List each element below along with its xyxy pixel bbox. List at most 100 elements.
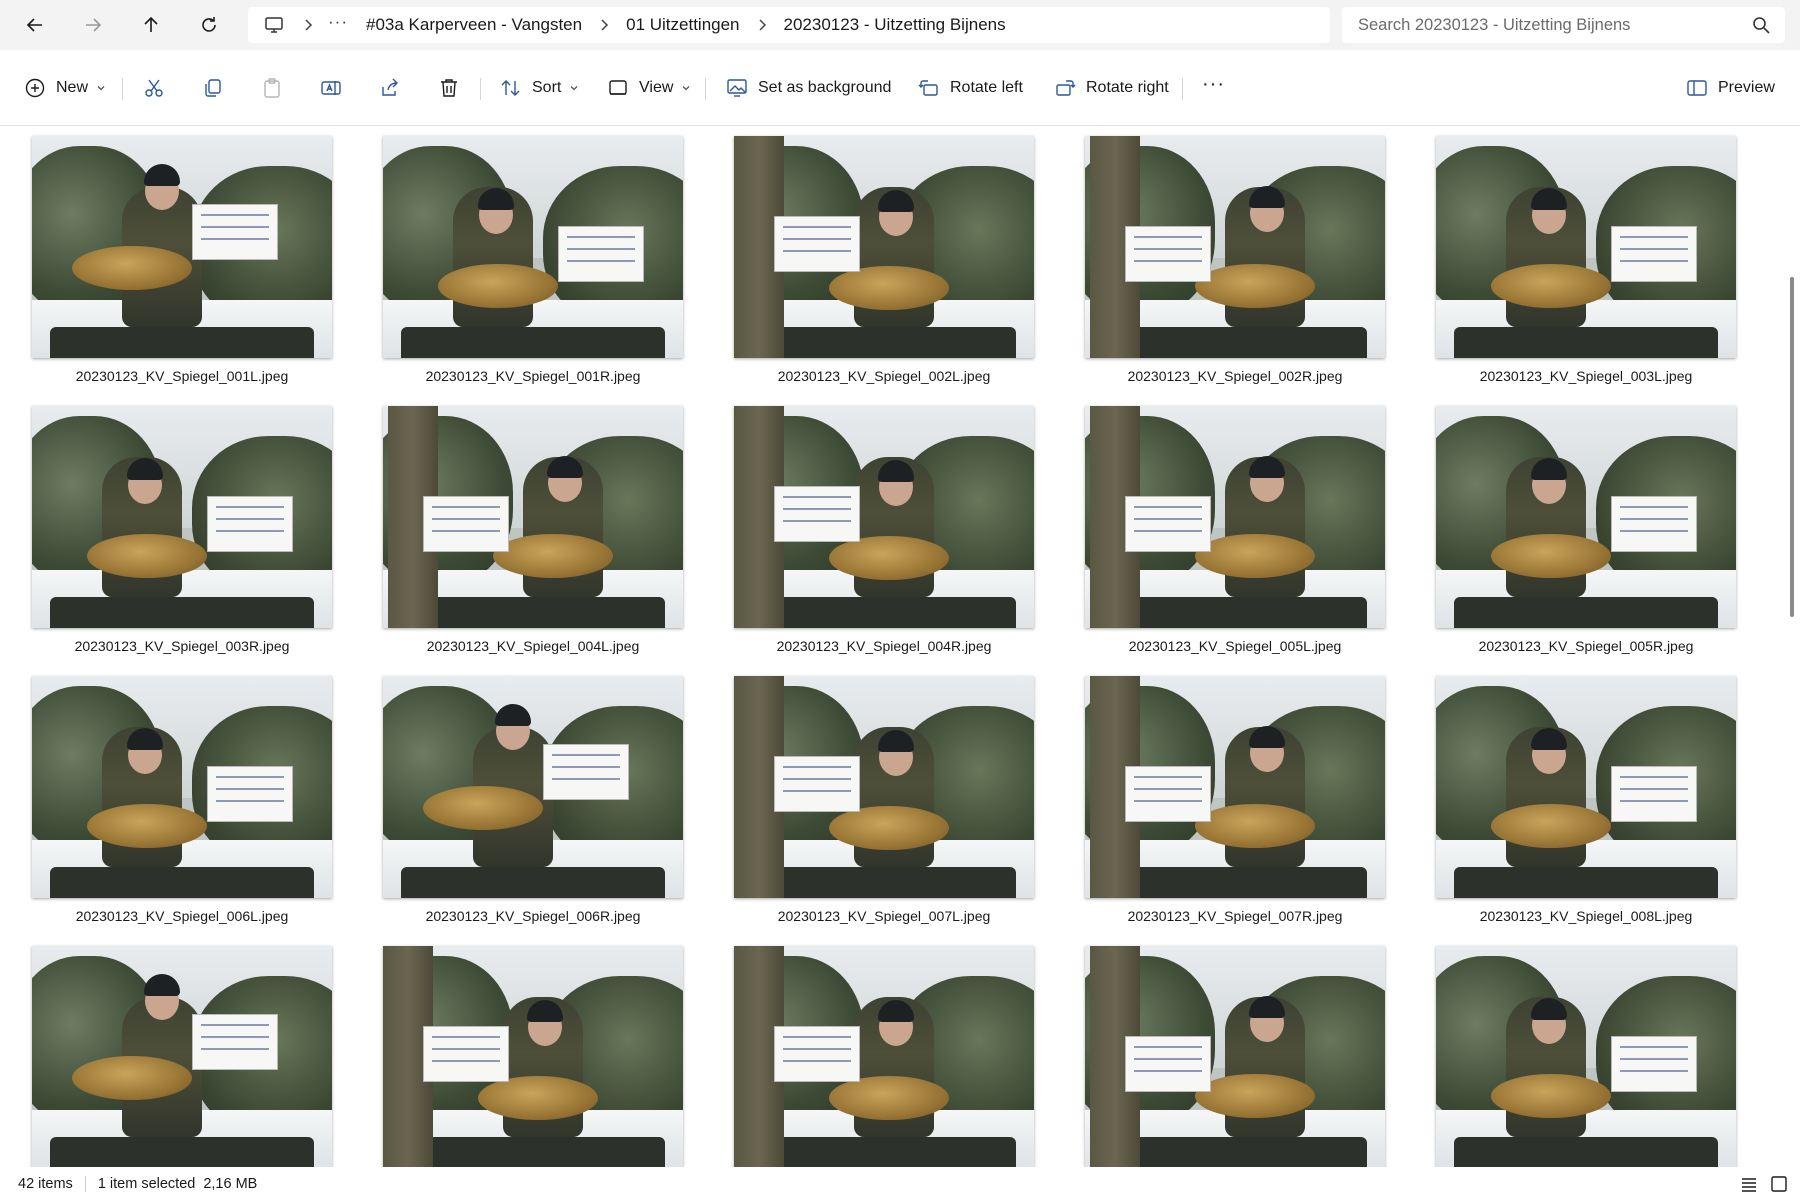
large-icons-view-icon[interactable] xyxy=(1770,1175,1788,1193)
more-options-button[interactable]: ··· xyxy=(1202,66,1225,102)
image-thumbnail[interactable] xyxy=(32,676,332,898)
cut-button[interactable] xyxy=(143,70,165,106)
image-thumbnail[interactable] xyxy=(383,676,683,898)
back-arrow-icon[interactable] xyxy=(18,9,52,41)
chevron-right-icon xyxy=(750,19,774,31)
up-arrow-icon[interactable] xyxy=(134,9,168,41)
details-view-icon[interactable] xyxy=(1740,1175,1758,1193)
search-input[interactable]: Search 20230123 - Uitzetting Bijnens xyxy=(1342,7,1785,43)
file-tile[interactable]: 20230123_KV_Spiegel_004R.jpeg xyxy=(734,406,1034,656)
breadcrumb-overflow-button[interactable]: ··· xyxy=(320,12,356,38)
delete-button[interactable] xyxy=(438,70,460,106)
monitor-icon[interactable] xyxy=(262,15,286,35)
file-tile[interactable]: 20230123_KV_Spiegel_001L.jpeg xyxy=(32,136,332,386)
file-tile[interactable]: 20230123_KV_Spiegel_005R.jpeg xyxy=(1436,406,1736,656)
thumbnail-sign xyxy=(774,756,860,812)
image-thumbnail[interactable] xyxy=(383,946,683,1167)
breadcrumb-item[interactable]: 01 Uitzettingen xyxy=(616,15,749,35)
file-tile[interactable]: 20230123_KV_Spiegel_001R.jpeg xyxy=(383,136,683,386)
copy-button[interactable] xyxy=(202,70,224,106)
file-tile[interactable]: 20230123_KV_Spiegel_002R.jpeg xyxy=(1085,136,1385,386)
image-thumbnail[interactable] xyxy=(383,406,683,628)
file-tile[interactable] xyxy=(32,946,332,1167)
image-thumbnail[interactable] xyxy=(1085,406,1385,628)
file-tile[interactable]: 20230123_KV_Spiegel_007L.jpeg xyxy=(734,676,1034,926)
forward-arrow-icon[interactable] xyxy=(76,9,110,41)
file-name[interactable]: 20230123_KV_Spiegel_006L.jpeg xyxy=(76,908,289,926)
file-name[interactable]: 20230123_KV_Spiegel_005L.jpeg xyxy=(1129,638,1342,656)
image-thumbnail[interactable] xyxy=(734,676,1034,898)
file-name[interactable]: 20230123_KV_Spiegel_008L.jpeg xyxy=(1480,908,1693,926)
thumbnail-fish xyxy=(1491,264,1611,308)
file-tile[interactable]: 20230123_KV_Spiegel_002L.jpeg xyxy=(734,136,1034,386)
new-button[interactable]: New xyxy=(24,70,106,106)
thumbnail-mat xyxy=(1454,866,1718,898)
file-name[interactable]: 20230123_KV_Spiegel_005R.jpeg xyxy=(1479,638,1694,656)
file-tile[interactable]: 20230123_KV_Spiegel_006R.jpeg xyxy=(383,676,683,926)
refresh-icon[interactable] xyxy=(192,9,226,41)
image-thumbnail[interactable] xyxy=(32,136,332,358)
file-name[interactable]: 20230123_KV_Spiegel_002R.jpeg xyxy=(1128,368,1343,386)
thumbnail-mat xyxy=(752,596,1016,628)
image-thumbnail[interactable] xyxy=(1436,946,1736,1167)
thumbnail-sign xyxy=(192,1014,278,1070)
rotate-left-button[interactable]: Rotate left xyxy=(918,70,1023,106)
set-as-background-button[interactable]: Set as background xyxy=(726,70,891,106)
file-tile[interactable]: 20230123_KV_Spiegel_005L.jpeg xyxy=(1085,406,1385,656)
image-thumbnail[interactable] xyxy=(32,406,332,628)
search-placeholder[interactable]: Search 20230123 - Uitzetting Bijnens xyxy=(1342,16,1751,35)
image-thumbnail[interactable] xyxy=(734,406,1034,628)
file-tile[interactable] xyxy=(1085,946,1385,1167)
preview-pane-button[interactable]: Preview xyxy=(1686,70,1775,106)
image-thumbnail[interactable] xyxy=(32,946,332,1167)
rename-button[interactable] xyxy=(320,70,342,106)
status-bar: 42 items 1 item selected 2,16 MB xyxy=(0,1167,1800,1200)
breadcrumb-item[interactable]: #03a Karperveen - Vangsten xyxy=(356,15,592,35)
file-name[interactable]: 20230123_KV_Spiegel_007L.jpeg xyxy=(778,908,991,926)
thumbnail-fish xyxy=(829,1076,949,1120)
file-tile[interactable]: 20230123_KV_Spiegel_007R.jpeg xyxy=(1085,676,1385,926)
file-name[interactable]: 20230123_KV_Spiegel_004L.jpeg xyxy=(427,638,640,656)
vertical-scrollbar[interactable] xyxy=(1790,277,1794,617)
image-thumbnail[interactable] xyxy=(734,136,1034,358)
file-tile[interactable]: 20230123_KV_Spiegel_003L.jpeg xyxy=(1436,136,1736,386)
file-tile[interactable] xyxy=(734,946,1034,1167)
file-tile[interactable]: 20230123_KV_Spiegel_003R.jpeg xyxy=(32,406,332,656)
file-tile[interactable] xyxy=(1436,946,1736,1167)
rotate-left-label: Rotate left xyxy=(950,79,1023,96)
rotate-right-label: Rotate right xyxy=(1086,79,1169,96)
image-thumbnail[interactable] xyxy=(1085,676,1385,898)
rotate-right-button[interactable]: Rotate right xyxy=(1054,70,1169,106)
file-name[interactable]: 20230123_KV_Spiegel_001R.jpeg xyxy=(426,368,641,386)
image-thumbnail[interactable] xyxy=(1085,136,1385,358)
preview-pane-icon xyxy=(1686,77,1708,99)
file-tile[interactable]: 20230123_KV_Spiegel_006L.jpeg xyxy=(32,676,332,926)
toolbar-divider xyxy=(1182,78,1183,100)
image-thumbnail[interactable] xyxy=(1436,676,1736,898)
image-thumbnail[interactable] xyxy=(1085,946,1385,1167)
image-thumbnail[interactable] xyxy=(1436,406,1736,628)
share-button[interactable] xyxy=(379,70,401,106)
file-name[interactable]: 20230123_KV_Spiegel_007R.jpeg xyxy=(1128,908,1343,926)
thumbnail-fish xyxy=(1195,1074,1315,1118)
file-name[interactable]: 20230123_KV_Spiegel_002L.jpeg xyxy=(778,368,991,386)
file-tile[interactable]: 20230123_KV_Spiegel_004L.jpeg xyxy=(383,406,683,656)
breadcrumb[interactable]: ··· #03a Karperveen - Vangsten 01 Uitzet… xyxy=(248,7,1330,43)
view-button[interactable]: View xyxy=(607,70,691,106)
file-name[interactable]: 20230123_KV_Spiegel_003L.jpeg xyxy=(1480,368,1693,386)
file-name[interactable]: 20230123_KV_Spiegel_004R.jpeg xyxy=(777,638,992,656)
file-tile[interactable] xyxy=(383,946,683,1167)
thumbnail-mat xyxy=(1454,596,1718,628)
image-thumbnail[interactable] xyxy=(734,946,1034,1167)
file-tile[interactable]: 20230123_KV_Spiegel_008L.jpeg xyxy=(1436,676,1736,926)
image-thumbnail[interactable] xyxy=(1436,136,1736,358)
file-name[interactable]: 20230123_KV_Spiegel_001L.jpeg xyxy=(76,368,289,386)
paste-button[interactable] xyxy=(261,70,283,106)
thumbnail-fish xyxy=(1491,804,1611,848)
image-thumbnail[interactable] xyxy=(383,136,683,358)
file-name[interactable]: 20230123_KV_Spiegel_006R.jpeg xyxy=(426,908,641,926)
breadcrumb-item-current[interactable]: 20230123 - Uitzetting Bijnens xyxy=(774,15,1016,35)
file-name[interactable]: 20230123_KV_Spiegel_003R.jpeg xyxy=(75,638,290,656)
sort-button[interactable]: Sort xyxy=(500,70,579,106)
thumbnail-fish xyxy=(1491,1074,1611,1118)
